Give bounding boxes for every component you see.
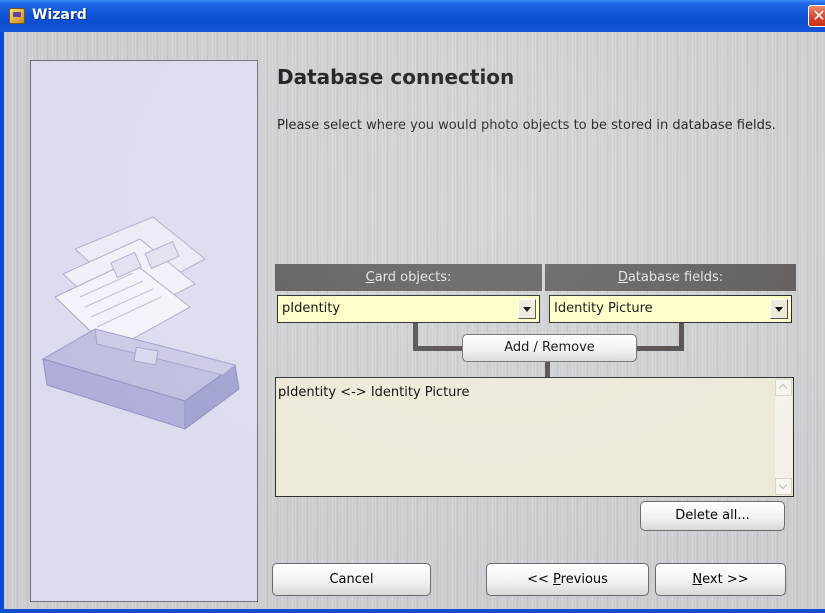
add-remove-button[interactable]: Add / Remove xyxy=(462,334,637,362)
connector-left-horizontal xyxy=(413,346,465,351)
window-title: Wizard xyxy=(32,7,87,23)
previous-accesskey: P xyxy=(552,572,561,587)
mappings-scrollbar[interactable] xyxy=(775,379,792,495)
card-file-box-illustration xyxy=(41,216,240,430)
previous-button[interactable]: << Previous xyxy=(486,563,649,596)
cancel-button[interactable]: Cancel xyxy=(272,563,431,596)
scroll-up-icon[interactable] xyxy=(775,379,792,396)
wizard-app-icon xyxy=(9,8,25,24)
close-icon: ✕ xyxy=(812,6,825,25)
chevron-down-icon[interactable] xyxy=(518,299,536,319)
close-button[interactable]: ✕ xyxy=(808,5,825,27)
next-accesskey: N xyxy=(692,572,703,587)
card-objects-value: pIdentity xyxy=(282,301,341,316)
wizard-content: Database connection Please select where … xyxy=(4,32,825,609)
card-objects-accesskey: C xyxy=(365,270,375,285)
card-objects-header: Card objects: xyxy=(275,264,542,291)
side-illustration-panel xyxy=(30,60,258,602)
wizard-window: Wizard ✕ Database connection Please sele… xyxy=(0,0,825,613)
mapping-item[interactable]: pIdentity <-> Identity Picture xyxy=(278,385,469,400)
chevron-down-icon[interactable] xyxy=(770,299,788,319)
database-fields-header: Database fields: xyxy=(545,264,796,291)
page-description: Please select where you would photo obje… xyxy=(277,118,776,133)
next-button[interactable]: Next >> xyxy=(655,563,786,596)
database-fields-select[interactable]: Identity Picture xyxy=(549,295,792,323)
previous-prefix: << xyxy=(527,572,553,587)
database-fields-value: Identity Picture xyxy=(554,301,653,316)
next-label: ext >> xyxy=(702,572,749,587)
connector-right-horizontal xyxy=(636,346,684,351)
database-fields-header-label: atabase fields: xyxy=(627,270,724,285)
scroll-down-icon[interactable] xyxy=(775,478,792,495)
mappings-list[interactable]: pIdentity <-> Identity Picture xyxy=(275,377,794,497)
card-objects-select[interactable]: pIdentity xyxy=(277,295,540,323)
previous-label: revious xyxy=(560,572,608,587)
delete-all-button[interactable]: Delete all... xyxy=(640,501,785,531)
database-fields-accesskey: D xyxy=(617,270,628,285)
title-bar[interactable]: Wizard ✕ xyxy=(0,0,825,32)
connector-center-vertical xyxy=(545,360,550,378)
card-objects-header-label: ard objects: xyxy=(374,270,452,285)
page-title: Database connection xyxy=(277,65,515,89)
